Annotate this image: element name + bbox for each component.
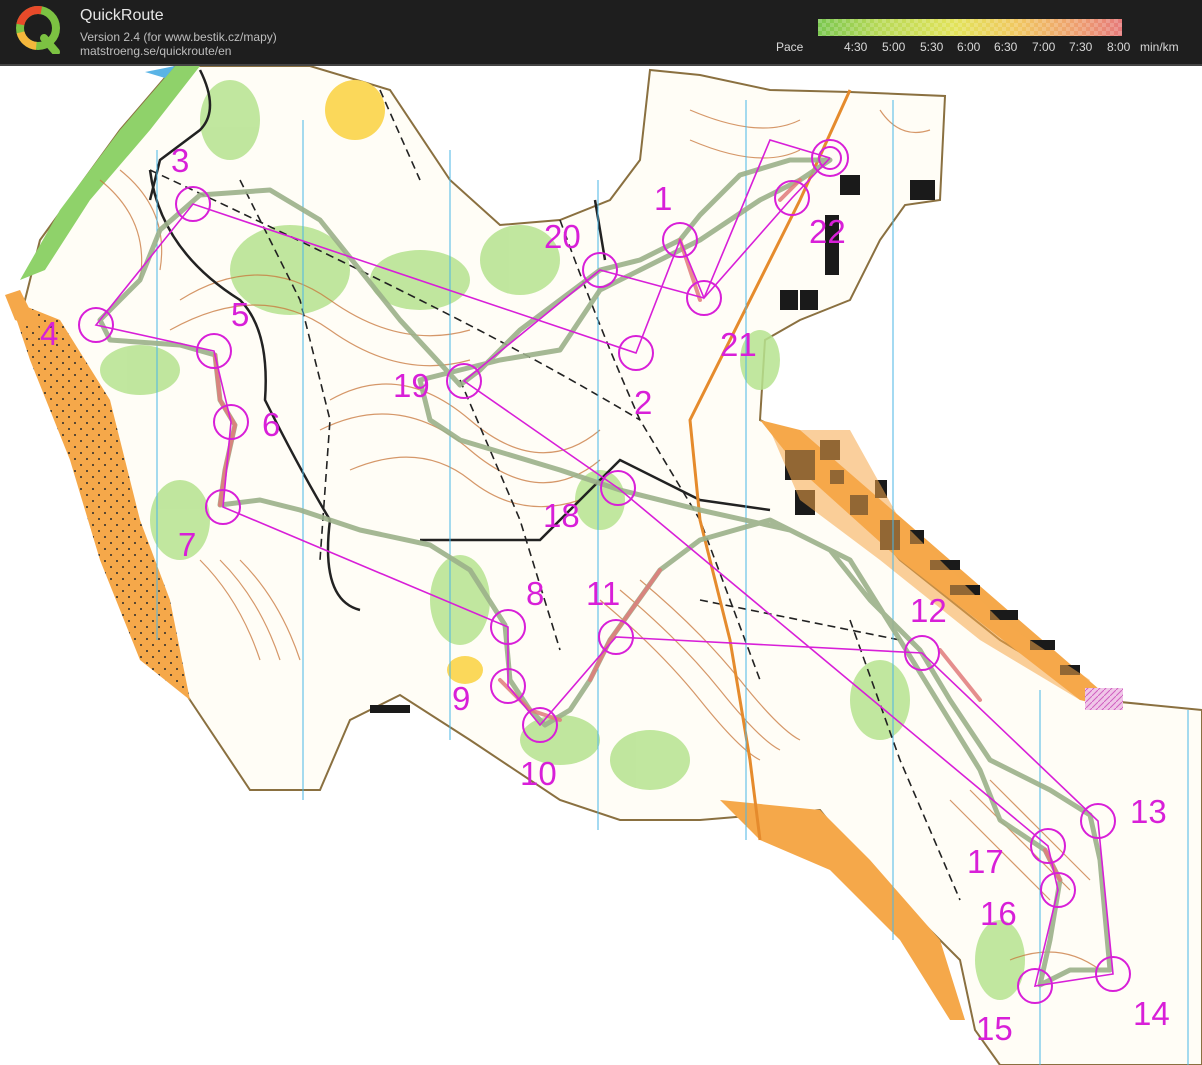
app-url: matstroeng.se/quickroute/en	[80, 44, 232, 58]
control-label: 19	[393, 367, 430, 404]
app-version: Version 2.4 (for www.bestik.cz/mapy)	[80, 30, 277, 44]
orienteering-map[interactable]: 1 2 3 4 5 6 7 8 9 10 11 12 13 14 15 16 1…	[0, 66, 1202, 1065]
control-label: 20	[544, 218, 581, 255]
control-label: 15	[976, 1010, 1013, 1047]
pace-tick: 7:30	[1069, 40, 1093, 54]
pace-unit: min/km	[1140, 40, 1179, 54]
app-name: QuickRoute	[80, 7, 164, 24]
pace-color-scale	[818, 19, 1122, 36]
control-label: 9	[452, 680, 470, 717]
control-label: 5	[231, 296, 249, 333]
control-label: 7	[178, 526, 196, 563]
pace-tick: 5:00	[882, 40, 906, 54]
app-header: QuickRoute Version 2.4 (for www.bestik.c…	[0, 0, 1202, 66]
control-label: 12	[910, 592, 947, 629]
control-label: 3	[171, 142, 189, 179]
control-label: 11	[586, 575, 620, 612]
control-label: 17	[967, 843, 1004, 880]
pace-tick: 5:30	[920, 40, 944, 54]
pace-tick: 6:00	[957, 40, 981, 54]
pace-tick: 6:30	[994, 40, 1018, 54]
restricted-area	[1085, 688, 1123, 710]
control-label: 22	[809, 213, 846, 250]
pace-tick: 7:00	[1032, 40, 1056, 54]
pace-tick: 4:30	[844, 40, 868, 54]
control-label: 4	[40, 315, 58, 352]
control-label: 14	[1133, 995, 1170, 1032]
quickroute-logo-icon	[16, 6, 60, 54]
control-label: 16	[980, 895, 1017, 932]
control-label: 1	[654, 180, 672, 217]
control-label: 6	[262, 406, 280, 443]
pace-tick: 8:00	[1107, 40, 1131, 54]
control-label: 18	[543, 497, 580, 534]
control-label: 8	[526, 575, 544, 612]
control-label: 10	[520, 755, 557, 792]
pace-title: Pace	[776, 40, 804, 54]
control-label: 21	[720, 326, 757, 363]
control-label: 13	[1130, 793, 1167, 830]
control-label: 2	[634, 384, 652, 421]
